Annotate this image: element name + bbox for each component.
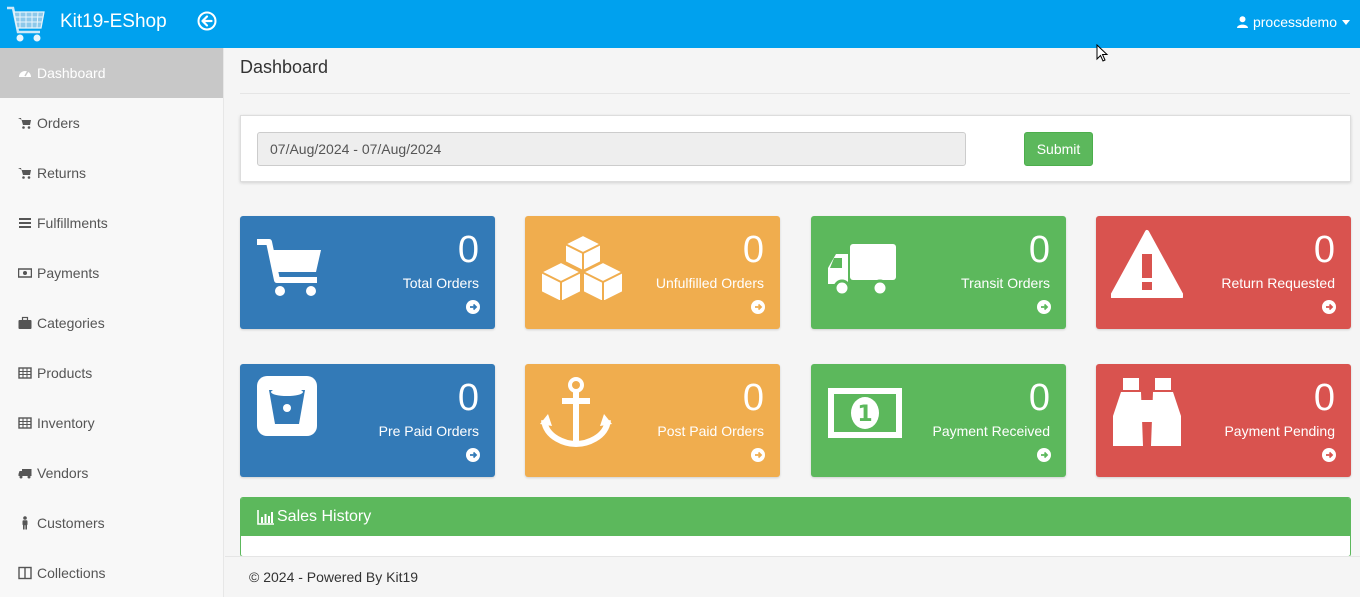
tile-count: 0 [742,229,764,271]
cart-icon [17,166,33,180]
dashboard-icon [17,66,33,80]
male-icon [17,516,33,530]
brand-name[interactable]: Kit19-EShop [60,11,167,33]
sidebar-item-orders[interactable]: Orders [0,98,223,148]
sidebar-item-categories[interactable]: Categories [0,298,223,348]
tile-count: 0 [457,377,479,419]
submit-button[interactable]: Submit [1024,132,1093,166]
tile-count: 0 [1028,377,1050,419]
footer-text: © 2024 - Powered By Kit19 [249,569,419,585]
sidebar-item-collections[interactable]: Collections [0,548,223,597]
sidebar-item-label: Dashboard [37,65,106,81]
table-icon [17,366,33,380]
sales-history-title: Sales History [277,508,372,525]
sidebar-item-label: Products [37,365,93,381]
sidebar-item-fulfillments[interactable]: Fulfillments [0,198,223,248]
tile-label: Post Paid Orders [657,423,764,439]
warning-icon [1110,228,1184,300]
caret-down-icon [1342,19,1350,25]
tile-total-orders[interactable]: 0 Total Orders [240,216,495,329]
anchor-icon [540,376,612,448]
money-icon [17,266,33,280]
shopping-cart-logo [7,6,45,42]
sidebar-item-label: Payments [37,265,100,281]
tile-label: Payment Pending [1224,423,1335,439]
date-range-input[interactable] [257,132,966,166]
tile-label: Total Orders [402,275,479,291]
user-menu[interactable]: processdemo [1236,14,1350,30]
sidebar-item-vendors[interactable]: Vendors [0,448,223,498]
sidebar-item-inventory[interactable]: Inventory [0,398,223,448]
truck-icon [17,466,33,480]
cubes-icon [539,228,627,303]
cart-icon [255,228,327,300]
tile-payment-received[interactable]: 1 0 Payment Received [811,364,1066,477]
binoculars-icon [1111,376,1183,448]
tile-transit-orders[interactable]: 0 Transit Orders [811,216,1066,329]
list-icon [17,216,33,230]
sidebar-item-payments[interactable]: Payments [0,248,223,298]
date-filter-panel: Submit [240,115,1351,182]
cart-icon [17,116,33,130]
tile-label: Pre Paid Orders [378,423,479,439]
sidebar-item-label: Inventory [37,415,95,431]
tile-unfulfilled-orders[interactable]: 0 Unfulfilled Orders [525,216,780,329]
arrow-circle-right-icon[interactable] [1322,448,1336,462]
truck-icon [826,228,898,300]
sidebar-item-label: Returns [37,165,87,181]
top-navbar: Kit19-EShop processdemo [0,0,1360,48]
arrow-circle-right-icon[interactable] [1037,300,1051,314]
money-icon: 1 [826,376,904,448]
sales-history-header: Sales History [241,498,1350,536]
tile-label: Payment Received [932,423,1050,439]
svg-text:1: 1 [857,402,872,427]
tile-count: 0 [457,229,479,271]
sales-history-panel: Sales History [240,497,1351,557]
table-icon [17,416,33,430]
tile-count: 0 [742,377,764,419]
sidebar-item-dashboard[interactable]: Dashboard [0,48,223,98]
arrow-circle-right-icon[interactable] [751,300,765,314]
tile-count: 0 [1028,229,1050,271]
sidebar-item-label: Customers [37,515,105,531]
arrow-circle-right-icon[interactable] [1037,448,1051,462]
sidebar: Dashboard Orders Returns Fulfillments Pa… [0,48,224,597]
sidebar-item-customers[interactable]: Customers [0,498,223,548]
sidebar-item-label: Vendors [37,465,89,481]
divider [240,93,1350,94]
tile-label: Transit Orders [961,275,1050,291]
bitbucket-icon [255,374,319,438]
tile-label: Unfulfilled Orders [655,275,764,291]
page-title: Dashboard [240,57,329,77]
sidebar-item-label: Categories [37,315,105,331]
mouse-cursor-icon [1096,44,1109,62]
tile-label: Return Requested [1221,275,1335,291]
arrow-circle-right-icon[interactable] [466,300,480,314]
collapse-sidebar-icon[interactable] [197,11,217,31]
tile-count: 0 [1313,229,1335,271]
bar-chart-icon [257,510,274,525]
sidebar-item-label: Orders [37,115,80,131]
sidebar-item-returns[interactable]: Returns [0,148,223,198]
user-icon [1236,16,1248,28]
arrow-circle-right-icon[interactable] [751,448,765,462]
arrow-circle-right-icon[interactable] [1322,300,1336,314]
briefcase-icon [17,316,33,330]
tile-return-requested[interactable]: 0 Return Requested [1096,216,1351,329]
columns-icon [17,566,33,580]
sidebar-item-label: Fulfillments [37,215,108,231]
tile-post-paid-orders[interactable]: 0 Post Paid Orders [525,364,780,477]
tile-pre-paid-orders[interactable]: 0 Pre Paid Orders [240,364,495,477]
tile-payment-pending[interactable]: 0 Payment Pending [1096,364,1351,477]
tile-count: 0 [1313,377,1335,419]
sidebar-item-products[interactable]: Products [0,348,223,398]
user-name: processdemo [1252,14,1337,30]
sidebar-item-label: Collections [37,565,106,581]
footer: © 2024 - Powered By Kit19 [225,556,1360,597]
arrow-circle-right-icon[interactable] [466,448,480,462]
